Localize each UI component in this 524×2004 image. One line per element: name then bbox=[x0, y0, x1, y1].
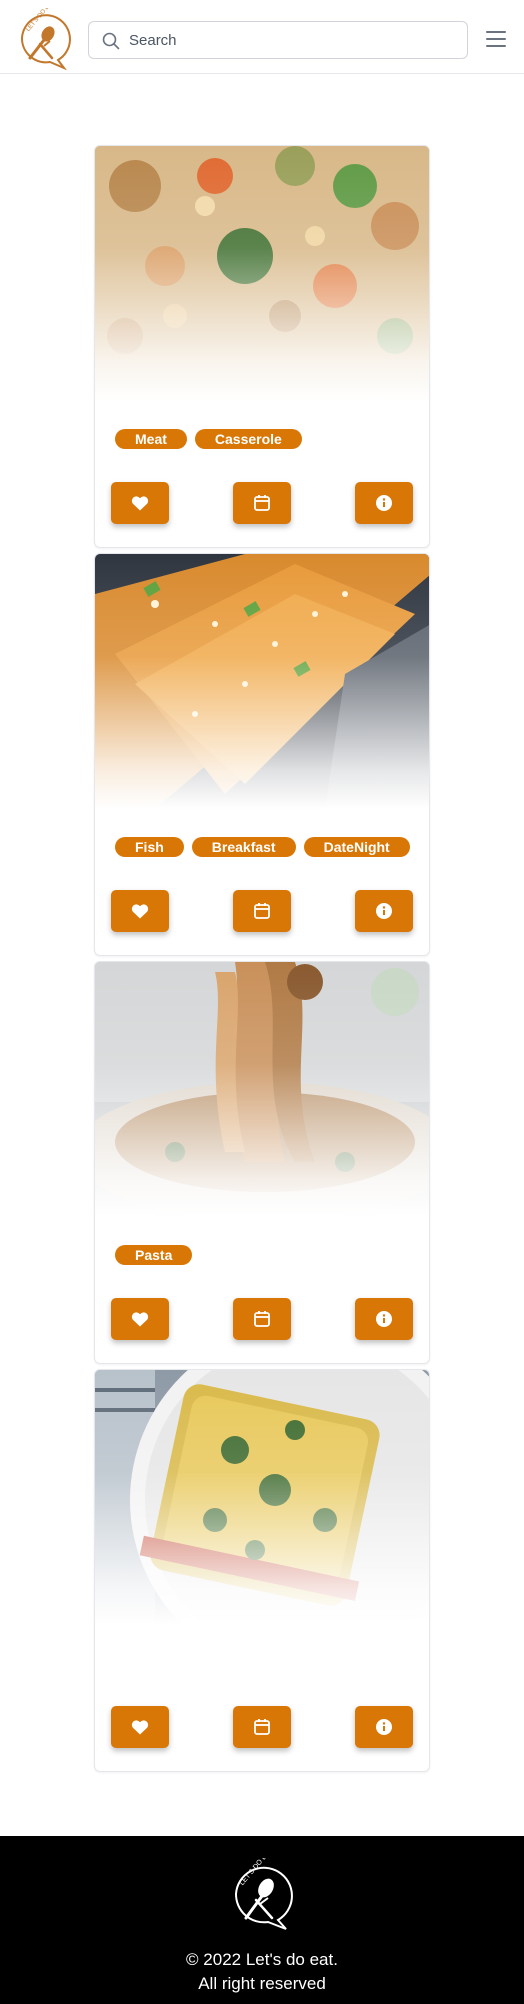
schedule-button[interactable] bbox=[233, 1706, 291, 1748]
footer-logo[interactable]: LET'S DO EAT bbox=[226, 1846, 298, 1930]
calendar-icon bbox=[254, 1311, 270, 1327]
search-box[interactable] bbox=[88, 21, 468, 59]
footer: LET'S DO EAT © 2022 Let's do eat. All ri… bbox=[0, 1836, 524, 2004]
schedule-button[interactable] bbox=[233, 890, 291, 932]
hamburger-menu-icon[interactable] bbox=[486, 30, 506, 48]
tag-badge[interactable]: Casserole bbox=[194, 429, 302, 449]
info-icon bbox=[376, 1311, 392, 1327]
recipe-card[interactable]: Pasta bbox=[94, 961, 430, 1364]
card-actions bbox=[111, 890, 415, 932]
recipe-image[interactable] bbox=[95, 962, 429, 1217]
tag-badge[interactable]: Meat bbox=[115, 429, 187, 449]
tag-list: Meat Casserole bbox=[115, 429, 302, 451]
favorite-button[interactable] bbox=[111, 1298, 169, 1340]
footer-text: © 2022 Let's do eat. All right reserved bbox=[0, 1948, 524, 1996]
favorite-button[interactable] bbox=[111, 1706, 169, 1748]
favorite-button[interactable] bbox=[111, 482, 169, 524]
heart-icon bbox=[131, 496, 149, 511]
heart-icon bbox=[131, 1720, 149, 1735]
tag-badge[interactable]: Pasta bbox=[115, 1245, 193, 1265]
tag-badge[interactable]: Fish bbox=[115, 837, 184, 857]
favorite-button[interactable] bbox=[111, 890, 169, 932]
top-navbar: LET'S DO EAT bbox=[0, 0, 524, 74]
brand-logo[interactable]: LET'S DO EAT bbox=[14, 0, 74, 71]
recipe-image[interactable] bbox=[95, 554, 429, 809]
tag-badge[interactable]: DateNight bbox=[303, 837, 410, 857]
search-input[interactable] bbox=[129, 22, 459, 58]
info-icon bbox=[376, 495, 392, 511]
schedule-button[interactable] bbox=[233, 482, 291, 524]
search-icon bbox=[102, 32, 120, 50]
tag-list: Fish Breakfast DateNight bbox=[115, 837, 410, 859]
copyright-text: © 2022 Let's do eat. bbox=[186, 1950, 338, 1969]
recipe-card[interactable]: Fish Breakfast DateNight bbox=[94, 553, 430, 956]
rights-text: All right reserved bbox=[198, 1974, 326, 1993]
heart-icon bbox=[131, 1312, 149, 1327]
calendar-icon bbox=[254, 903, 270, 919]
schedule-button[interactable] bbox=[233, 1298, 291, 1340]
tag-badge[interactable]: Breakfast bbox=[191, 837, 296, 857]
tag-list: Pasta bbox=[115, 1245, 193, 1267]
info-button[interactable] bbox=[355, 482, 413, 524]
card-actions bbox=[111, 1298, 415, 1340]
card-actions bbox=[111, 482, 415, 524]
recipe-card[interactable]: Meat Casserole bbox=[94, 145, 430, 548]
recipe-image[interactable] bbox=[95, 146, 429, 401]
info-icon bbox=[376, 1719, 392, 1735]
info-button[interactable] bbox=[355, 1298, 413, 1340]
info-icon bbox=[376, 903, 392, 919]
recipe-image[interactable] bbox=[95, 1370, 429, 1625]
calendar-icon bbox=[254, 495, 270, 511]
info-button[interactable] bbox=[355, 1706, 413, 1748]
heart-icon bbox=[131, 904, 149, 919]
card-actions bbox=[111, 1706, 415, 1748]
calendar-icon bbox=[254, 1719, 270, 1735]
info-button[interactable] bbox=[355, 890, 413, 932]
recipe-card[interactable] bbox=[94, 1369, 430, 1772]
